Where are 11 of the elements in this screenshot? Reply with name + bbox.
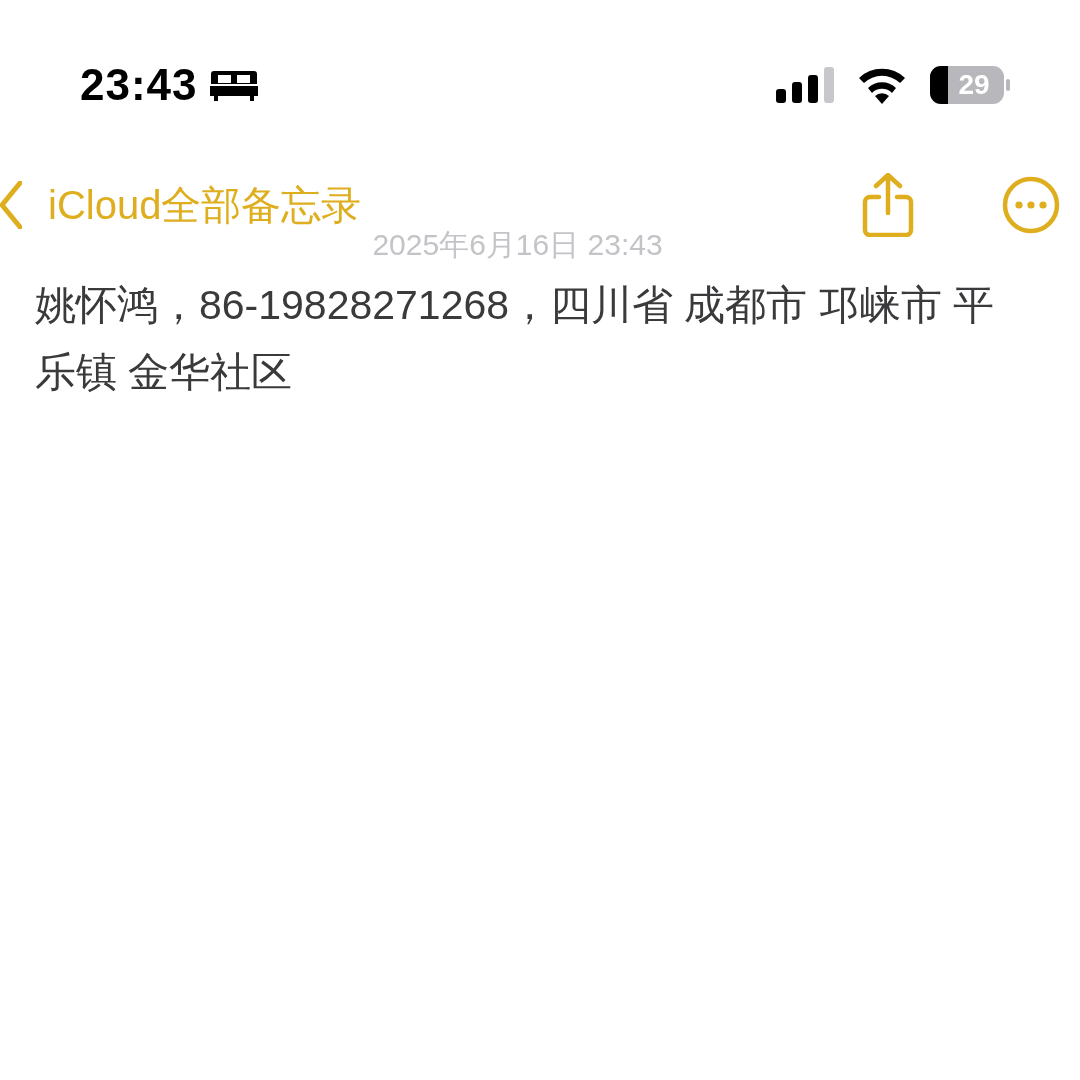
note-text: 姚怀鸿，86-19828271268，四川省 成都市 邛崃市 平乐镇 金华社区: [35, 281, 996, 397]
chevron-left-icon: [0, 181, 22, 229]
share-icon: [862, 173, 914, 237]
status-time: 23:43: [80, 60, 198, 110]
note-date: 2025年6月16日 23:43: [371, 230, 664, 260]
bed-icon: [209, 69, 258, 101]
more-button[interactable]: [1002, 176, 1060, 234]
signal-icon: [776, 67, 834, 103]
more-icon: [1002, 176, 1060, 234]
share-button[interactable]: [862, 173, 914, 237]
back-button[interactable]: iCloud全部备忘录: [0, 177, 362, 233]
